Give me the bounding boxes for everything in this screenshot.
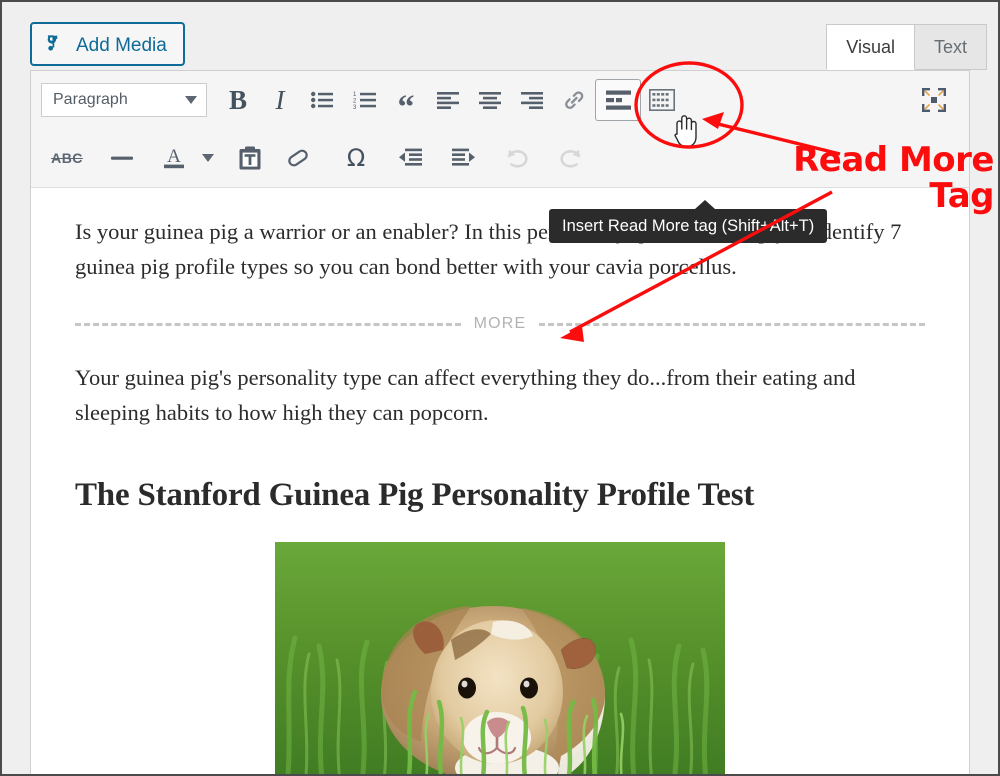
tab-text[interactable]: Text	[914, 24, 987, 70]
align-left-icon	[437, 91, 459, 109]
more-dash-left	[75, 322, 461, 326]
outdent-icon	[398, 148, 422, 168]
eraser-icon	[286, 147, 310, 169]
indent-icon	[452, 148, 476, 168]
format-select[interactable]: Paragraph	[41, 83, 207, 117]
tab-text-label: Text	[933, 36, 967, 57]
clear-formatting-button[interactable]	[277, 138, 319, 178]
more-label: MORE	[473, 315, 527, 332]
format-select-value: Paragraph	[53, 91, 128, 108]
tab-visual-label: Visual	[846, 36, 895, 57]
annotation-label: Read More Tag	[734, 142, 994, 214]
fullscreen-icon	[921, 87, 947, 113]
insert-read-more-button[interactable]	[595, 79, 641, 121]
horizontal-line-button[interactable]	[101, 138, 143, 178]
editor-content-area[interactable]: Is your guinea pig a warrior or an enabl…	[31, 188, 969, 774]
read-more-icon	[605, 90, 631, 110]
text-color-dropdown[interactable]	[195, 138, 221, 178]
italic-label: I	[275, 84, 285, 115]
paste-as-text-icon	[239, 146, 261, 170]
guinea-pig-photo[interactable]	[275, 542, 725, 774]
align-right-button[interactable]	[511, 80, 553, 120]
indent-button[interactable]	[443, 138, 485, 178]
add-media-button[interactable]: Add Media	[30, 22, 185, 66]
horizontal-line-icon	[111, 154, 133, 162]
bold-button[interactable]: B	[217, 80, 259, 120]
editor-topbar: Add Media Visual Text	[2, 2, 998, 70]
screenshot-window: Add Media Visual Text Paragraph B I 1 2 …	[0, 0, 1000, 776]
add-media-icon	[45, 33, 67, 55]
undo-button[interactable]	[497, 138, 539, 178]
annotation-label-text: Read More Tag	[793, 140, 994, 216]
link-icon	[562, 88, 586, 112]
toolbar-toggle-icon	[649, 89, 675, 111]
tooltip-text: Insert Read More tag (Shift+Alt+T)	[562, 216, 815, 235]
tab-visual[interactable]: Visual	[826, 24, 915, 70]
align-left-button[interactable]	[427, 80, 469, 120]
redo-icon	[557, 147, 583, 169]
post-heading[interactable]: The Stanford Guinea Pig Personality Prof…	[75, 474, 925, 516]
strikethrough-button[interactable]: ABC	[41, 138, 93, 178]
distraction-free-button[interactable]	[913, 80, 955, 120]
svg-text:1: 1	[353, 92, 357, 98]
add-media-label: Add Media	[76, 34, 167, 56]
blockquote-button[interactable]: “	[385, 80, 427, 125]
omega-icon: Ω	[346, 144, 366, 172]
tooltip-insert-read-more: Insert Read More tag (Shift+Alt+T)	[549, 200, 828, 243]
strikethrough-label: ABC	[51, 150, 83, 166]
undo-icon	[505, 147, 531, 169]
svg-text:3: 3	[353, 105, 357, 109]
italic-button[interactable]: I	[259, 80, 301, 120]
numbered-list-icon: 1 2 3	[353, 91, 376, 109]
redo-button[interactable]	[549, 138, 591, 178]
toolbar-row-1: Paragraph B I 1 2 3 “	[31, 71, 969, 129]
editor-mode-tabs: Visual Text	[826, 24, 987, 70]
mouse-cursor-hand	[674, 115, 697, 148]
bulleted-list-icon	[311, 91, 333, 109]
numbered-list-button[interactable]: 1 2 3	[343, 80, 385, 120]
chevron-down-icon	[202, 154, 214, 162]
insert-link-button[interactable]	[553, 80, 595, 120]
text-color-icon: A	[161, 145, 187, 171]
more-dash-right	[539, 322, 925, 326]
paste-as-text-button[interactable]	[229, 138, 271, 178]
text-color-button[interactable]: A	[153, 138, 195, 178]
outdent-button[interactable]	[389, 138, 431, 178]
chevron-down-icon	[185, 96, 197, 104]
align-right-icon	[521, 91, 543, 109]
align-center-icon	[479, 91, 501, 109]
align-center-button[interactable]	[469, 80, 511, 120]
svg-text:A: A	[167, 146, 181, 167]
read-more-tag-divider[interactable]: MORE	[75, 312, 925, 336]
special-character-button[interactable]: Ω	[335, 138, 377, 178]
svg-text:2: 2	[353, 99, 357, 105]
bulleted-list-button[interactable]	[301, 80, 343, 120]
paragraph-2[interactable]: Your guinea pig's personality type can a…	[75, 360, 925, 430]
bold-label: B	[228, 84, 247, 115]
